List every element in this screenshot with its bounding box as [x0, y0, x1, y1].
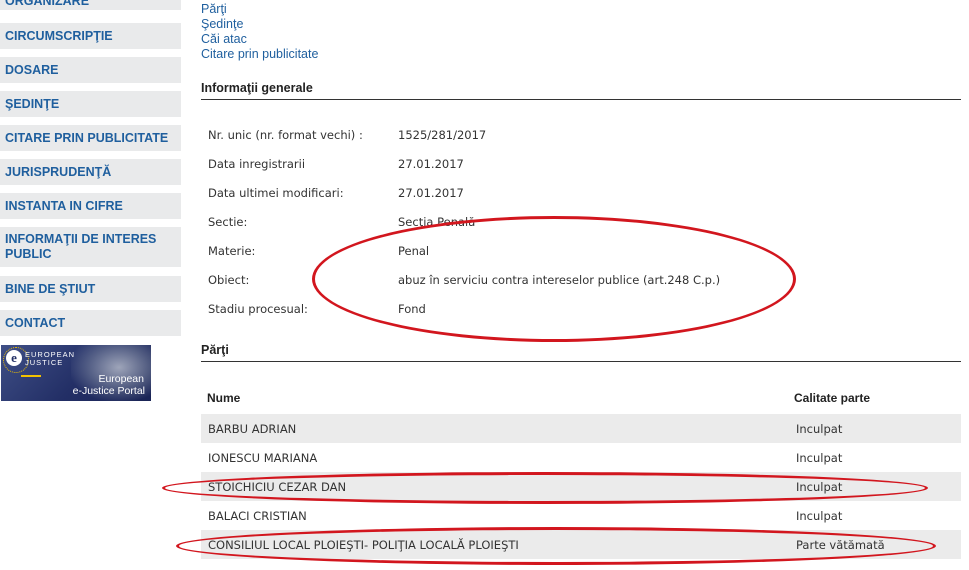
- party-name: CONSILIUL LOCAL PLOIEŞTI- POLIŢIA LOCALĂ…: [208, 538, 519, 552]
- link-sedinte[interactable]: Şedinţe: [201, 17, 243, 32]
- e-justice-logo-icon: e: [6, 350, 22, 366]
- parties-row: BALACI CRISTIAN Inculpat: [201, 501, 961, 530]
- sidebar-item-sedinte[interactable]: ŞEDINŢE: [0, 91, 181, 121]
- sidebar-item-label: DOSARE: [5, 62, 59, 77]
- banner-bottom-line2: e-Justice Portal: [72, 385, 145, 397]
- sidebar-item-dosare[interactable]: DOSARE: [0, 57, 181, 87]
- party-role: Inculpat: [796, 509, 843, 523]
- parties-row: BARBU ADRIAN Inculpat: [201, 414, 961, 443]
- scales-icon: [21, 375, 41, 389]
- info-value-obiect: abuz în serviciu contra intereselor publ…: [398, 273, 721, 287]
- general-info-title: Informaţii generale: [201, 81, 961, 100]
- party-name: STOICHICIU CEZAR DAN: [208, 480, 347, 494]
- party-role: Inculpat: [796, 480, 843, 494]
- ejustice-portal-banner[interactable]: e EUROPEAN JUSTICE European e-Justice Por…: [1, 345, 151, 401]
- party-name: BALACI CRISTIAN: [208, 509, 307, 523]
- sidebar-item-label: CITARE PRIN PUBLICITATE: [5, 130, 169, 145]
- info-label-nr-unic: Nr. unic (nr. format vechi) :: [208, 128, 363, 142]
- party-name: IONESCU MARIANA: [208, 451, 318, 465]
- info-value-sectie: Secţia Penală: [398, 215, 476, 229]
- sidebar-item-label: CIRCUMSCRIPŢIE: [5, 28, 113, 43]
- info-label-stadiu-procesual: Stadiu procesual:: [208, 302, 308, 316]
- parties-header-role: Calitate parte: [794, 391, 871, 405]
- info-label-materie: Materie:: [208, 244, 256, 258]
- sidebar-item-organizare[interactable]: ORGANIZARE: [0, 0, 181, 14]
- info-value-data-ultimei-modificari: 27.01.2017: [398, 186, 464, 200]
- parties-title: Părţi: [201, 343, 961, 362]
- sidebar-item-citare[interactable]: CITARE PRIN PUBLICITATE: [0, 125, 181, 155]
- sidebar-item-informatii-interes-public[interactable]: INFORMAŢII DE INTERES PUBLIC: [0, 227, 181, 271]
- sidebar-item-circumscriptie[interactable]: CIRCUMSCRIPŢIE: [0, 23, 181, 53]
- sidebar-item-label: INFORMAŢII DE INTERES PUBLIC: [5, 232, 157, 261]
- party-name: BARBU ADRIAN: [208, 422, 297, 436]
- sidebar-item-instanta-in-cifre[interactable]: INSTANTA IN CIFRE: [0, 193, 181, 223]
- parties-row: IONESCU MARIANA Inculpat: [201, 443, 961, 472]
- party-role: Parte vătămată: [796, 538, 885, 552]
- sidebar-item-label: CONTACT: [5, 315, 66, 330]
- sidebar-item-bine-de-stiut[interactable]: BINE DE ŞTIUT: [0, 276, 181, 306]
- info-value-materie: Penal: [398, 244, 430, 258]
- parties-row: STOICHICIU CEZAR DAN Inculpat: [201, 472, 961, 501]
- sidebar-item-label: BINE DE ŞTIUT: [5, 281, 96, 296]
- link-cai-atac[interactable]: Căi atac: [201, 32, 247, 47]
- link-parti[interactable]: Părţi: [201, 2, 227, 17]
- info-value-nr-unic: 1525/281/2017: [398, 128, 487, 142]
- info-label-data-inregistrarii: Data inregistrarii: [208, 157, 306, 171]
- sidebar-item-label: ŞEDINŢE: [5, 96, 60, 111]
- sidebar-item-label: JURISPRUDENŢĂ: [5, 164, 112, 179]
- info-label-data-ultimei-modificari: Data ultimei modificari:: [208, 186, 344, 200]
- sidebar-item-label: ORGANIZARE: [5, 0, 90, 8]
- banner-top-line2: JUSTICE: [25, 358, 64, 367]
- parties-header-name: Nume: [207, 391, 241, 405]
- info-value-stadiu-procesual: Fond: [398, 302, 426, 316]
- parties-row: CONSILIUL LOCAL PLOIEŞTI- POLIŢIA LOCALĂ…: [201, 530, 961, 559]
- link-citare-prin-publicitate[interactable]: Citare prin publicitate: [201, 47, 318, 62]
- banner-top-text: EUROPEAN JUSTICE: [25, 351, 75, 367]
- party-role: Inculpat: [796, 451, 843, 465]
- sidebar-item-label: INSTANTA IN CIFRE: [5, 198, 123, 213]
- info-label-sectie: Sectie:: [208, 215, 248, 229]
- party-role: Inculpat: [796, 422, 843, 436]
- info-value-data-inregistrarii: 27.01.2017: [398, 157, 464, 171]
- sidebar-item-jurisprudenta[interactable]: JURISPRUDENŢĂ: [0, 159, 181, 189]
- info-label-obiect: Obiect:: [208, 273, 250, 287]
- banner-bottom-line1: European: [98, 373, 144, 385]
- sidebar-item-contact[interactable]: CONTACT: [0, 310, 181, 340]
